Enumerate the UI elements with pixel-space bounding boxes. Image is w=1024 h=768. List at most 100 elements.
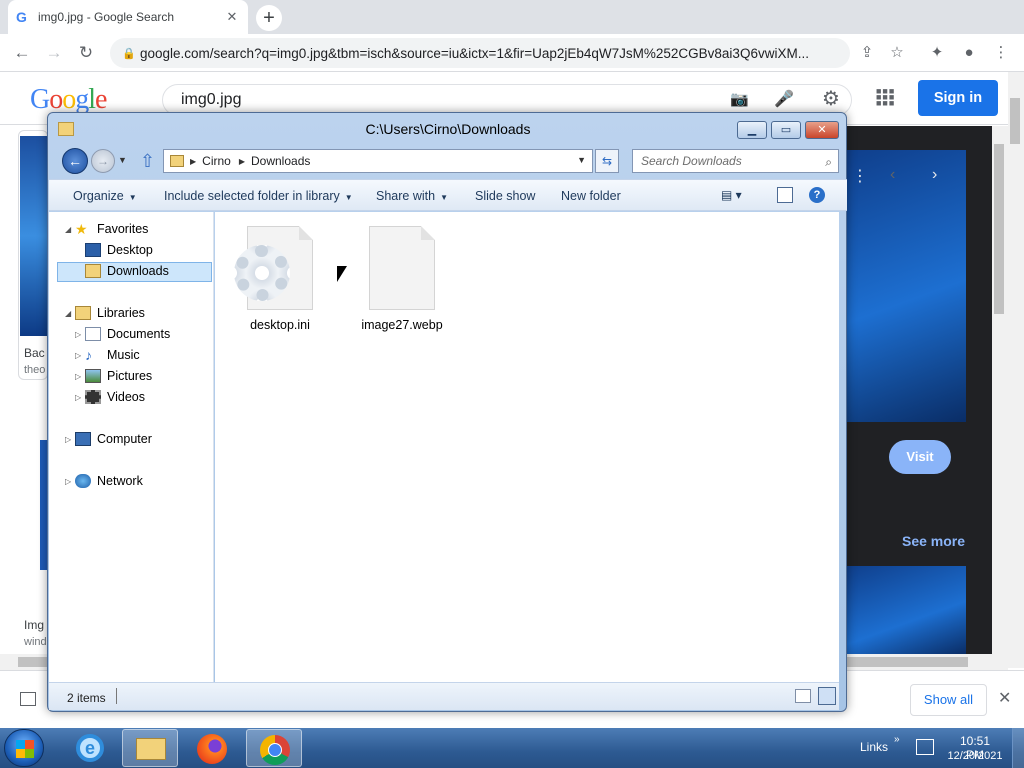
- preview-image[interactable]: [846, 150, 966, 422]
- libraries-icon: [75, 306, 91, 320]
- share-icon[interactable]: ⇪: [856, 42, 878, 64]
- nav-documents[interactable]: Documents: [85, 327, 170, 341]
- recent-pages-icon[interactable]: ▼: [118, 155, 127, 165]
- reload-icon[interactable]: ↻: [74, 41, 98, 65]
- nav-computer[interactable]: Computer: [75, 432, 152, 446]
- next-icon[interactable]: ›: [932, 166, 937, 184]
- maximize-button[interactable]: ▭: [771, 121, 801, 139]
- file-item[interactable]: desktop.ini: [225, 226, 335, 332]
- breadcrumb-arrow-icon[interactable]: ▶: [190, 157, 196, 166]
- previous-icon[interactable]: ‹: [890, 166, 895, 184]
- page-scrollbar-thumb[interactable]: [1010, 98, 1020, 144]
- settings-gear-icon[interactable]: ⚙: [822, 86, 840, 111]
- start-button[interactable]: [4, 729, 44, 767]
- panel-scrollbar-thumb[interactable]: [994, 144, 1004, 314]
- result-source: wind: [24, 636, 47, 648]
- taskbar-internet-explorer[interactable]: e: [62, 729, 118, 767]
- nav-network[interactable]: Network: [75, 474, 143, 488]
- breadcrumb-downloads[interactable]: Downloads: [251, 154, 310, 168]
- bookmark-star-icon[interactable]: ☆: [886, 42, 908, 64]
- tab-close-icon[interactable]: ✕: [224, 9, 240, 25]
- help-icon[interactable]: ?: [809, 187, 825, 203]
- logo-letter: o: [49, 84, 63, 115]
- mic-icon[interactable]: 🎤: [774, 89, 794, 109]
- collapsed-arrow-icon[interactable]: ▷: [65, 435, 71, 444]
- forward-icon[interactable]: →: [42, 41, 66, 65]
- organize-button[interactable]: Organize ▼: [73, 189, 137, 203]
- close-download-bar-icon[interactable]: ✕: [998, 688, 1011, 708]
- show-all-button[interactable]: Show all: [910, 684, 987, 716]
- nav-label: Libraries: [97, 306, 145, 320]
- nav-libraries[interactable]: Libraries: [75, 306, 145, 320]
- status-bar: 2 items: [49, 682, 839, 710]
- close-button[interactable]: ✕: [805, 121, 839, 139]
- taskbar-firefox[interactable]: [184, 729, 240, 767]
- address-bar[interactable]: 🔒 google.com/search?q=img0.jpg&tbm=isch&…: [110, 38, 850, 68]
- more-options-icon[interactable]: ⋮: [852, 166, 868, 186]
- slide-show-button[interactable]: Slide show: [475, 189, 535, 203]
- include-in-library-button[interactable]: Include selected folder in library ▼: [164, 189, 353, 203]
- browser-tab[interactable]: G img0.jpg - Google Search ✕: [8, 0, 248, 34]
- nav-videos[interactable]: Videos: [85, 390, 145, 404]
- result-title[interactable]: Img: [24, 618, 44, 632]
- visit-button[interactable]: Visit: [889, 440, 951, 474]
- page-scrollbar[interactable]: [1008, 72, 1024, 668]
- address-breadcrumb[interactable]: ▶ Cirno ▶ Downloads ▼: [163, 149, 593, 173]
- see-more-link[interactable]: See more: [902, 533, 965, 549]
- back-icon[interactable]: ←: [62, 148, 88, 174]
- large-icons-view-icon[interactable]: [818, 687, 836, 705]
- extensions-icon[interactable]: ✦: [926, 42, 948, 64]
- logo-letter: e: [95, 84, 107, 115]
- download-item-icon[interactable]: [20, 692, 36, 706]
- taskbar-file-explorer[interactable]: [122, 729, 178, 767]
- forward-icon[interactable]: →: [91, 149, 115, 173]
- nav-favorites[interactable]: ★ Favorites: [75, 222, 148, 236]
- sign-in-button[interactable]: Sign in: [918, 80, 998, 116]
- result-title[interactable]: Bac: [24, 346, 45, 360]
- taskbar: e Links » 10:51 PM 12/20/2021: [0, 728, 1024, 768]
- expand-arrow-icon[interactable]: ◢: [65, 225, 71, 234]
- videos-icon: [85, 390, 101, 404]
- breadcrumb-cirno[interactable]: Cirno: [202, 154, 231, 168]
- search-downloads-input[interactable]: Search Downloads ⌕: [632, 149, 839, 173]
- file-item[interactable]: image27.webp: [347, 226, 457, 332]
- share-with-button[interactable]: Share with ▼: [376, 189, 448, 203]
- chrome-menu-icon[interactable]: ⋮: [990, 42, 1012, 64]
- refresh-icon[interactable]: ⇆: [595, 149, 619, 173]
- network-tray-icon[interactable]: [916, 739, 934, 755]
- music-note-icon: ♪: [85, 347, 92, 363]
- nav-downloads[interactable]: Downloads: [85, 264, 169, 278]
- nav-pictures[interactable]: Pictures: [85, 369, 152, 383]
- collapsed-arrow-icon[interactable]: ▷: [75, 351, 81, 360]
- up-arrow-icon[interactable]: ⇧: [140, 151, 155, 172]
- show-desktop-button[interactable]: [1012, 728, 1024, 768]
- collapsed-arrow-icon[interactable]: ▷: [75, 393, 81, 402]
- nav-desktop[interactable]: Desktop: [85, 243, 153, 257]
- new-folder-button[interactable]: New folder: [561, 189, 621, 203]
- taskbar-chrome[interactable]: [246, 729, 302, 767]
- address-dropdown-icon[interactable]: ▼: [577, 155, 586, 165]
- minimize-button[interactable]: ▁: [737, 121, 767, 139]
- preview-pane-icon[interactable]: [777, 187, 793, 203]
- logo-letter: o: [62, 84, 76, 115]
- collapsed-arrow-icon[interactable]: ▷: [65, 477, 71, 486]
- nav-music[interactable]: ♪ Music: [85, 348, 140, 362]
- links-expand-icon[interactable]: »: [894, 734, 900, 745]
- breadcrumb-arrow-icon[interactable]: ▶: [239, 157, 245, 166]
- related-image[interactable]: [846, 566, 966, 654]
- links-toolbar[interactable]: Links: [860, 740, 888, 754]
- google-apps-icon[interactable]: ■■■ ■■■ ■■■: [876, 87, 896, 108]
- expand-arrow-icon[interactable]: ◢: [65, 309, 71, 318]
- camera-icon[interactable]: 📷: [730, 90, 749, 108]
- clock-date[interactable]: 12/20/2021: [942, 750, 1008, 762]
- change-view-icon[interactable]: ▤ ▾: [721, 188, 742, 202]
- details-view-icon[interactable]: [795, 689, 811, 703]
- search-icon[interactable]: ⌕: [825, 151, 832, 173]
- google-favicon-icon: G: [16, 9, 27, 25]
- new-tab-button[interactable]: +: [256, 5, 282, 31]
- collapsed-arrow-icon[interactable]: ▷: [75, 330, 81, 339]
- back-icon[interactable]: ←: [10, 41, 34, 65]
- result-thumbnail[interactable]: [20, 136, 48, 336]
- profile-icon[interactable]: ●: [958, 42, 980, 64]
- collapsed-arrow-icon[interactable]: ▷: [75, 372, 81, 381]
